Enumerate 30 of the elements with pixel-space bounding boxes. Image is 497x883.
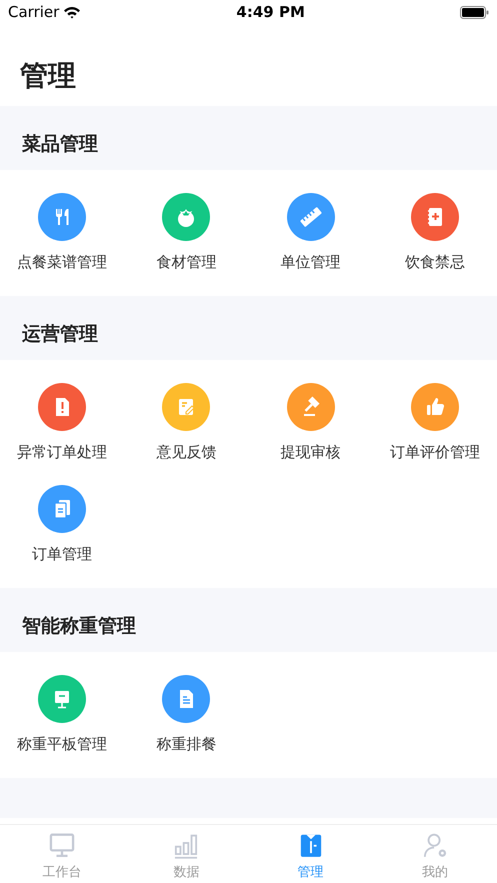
battery-icon [460,6,489,19]
section-title: 运营管理 [22,322,98,347]
menu-item-label[interactable]: 点餐菜谱管理 [17,251,108,273]
menu-item-label[interactable]: 订单评价管理 [390,441,480,463]
menu-item-label[interactable]: 单位管理 [280,251,341,273]
menu-item-icon[interactable] [286,193,335,241]
menu-item-label[interactable]: 异常订单处理 [17,441,108,463]
carrier-label: Carrier [8,2,60,24]
menu-item-label[interactable]: 称重平板管理 [17,733,108,755]
menu-item-label[interactable]: 称重排餐 [156,733,216,755]
menu-item-icon[interactable] [286,383,335,431]
menu-item-icon[interactable] [410,193,459,241]
section-title: 智能称重管理 [22,614,136,639]
menu-item-icon[interactable] [410,383,459,431]
menu-item-icon[interactable] [38,383,86,431]
wifi-icon [63,6,82,19]
menu-item-icon[interactable] [38,485,86,533]
menu-item-label[interactable]: 意见反馈 [156,441,216,463]
menu-item-label[interactable]: 提现审核 [280,441,341,463]
menu-item-icon[interactable] [162,675,210,723]
section-title: 菜品管理 [22,132,98,157]
menu-item-label[interactable]: 订单管理 [32,543,92,565]
menu-item-icon[interactable] [162,383,210,431]
page-title: 管理 [20,59,76,92]
menu-item-icon[interactable] [162,193,210,241]
status-time: 4:49 PM [236,2,305,24]
menu-item-label[interactable]: 食材管理 [156,251,216,273]
menu-item-icon[interactable] [38,675,86,723]
menu-item-label[interactable]: 饮食禁忌 [404,251,465,273]
menu-item-icon[interactable] [38,193,86,241]
